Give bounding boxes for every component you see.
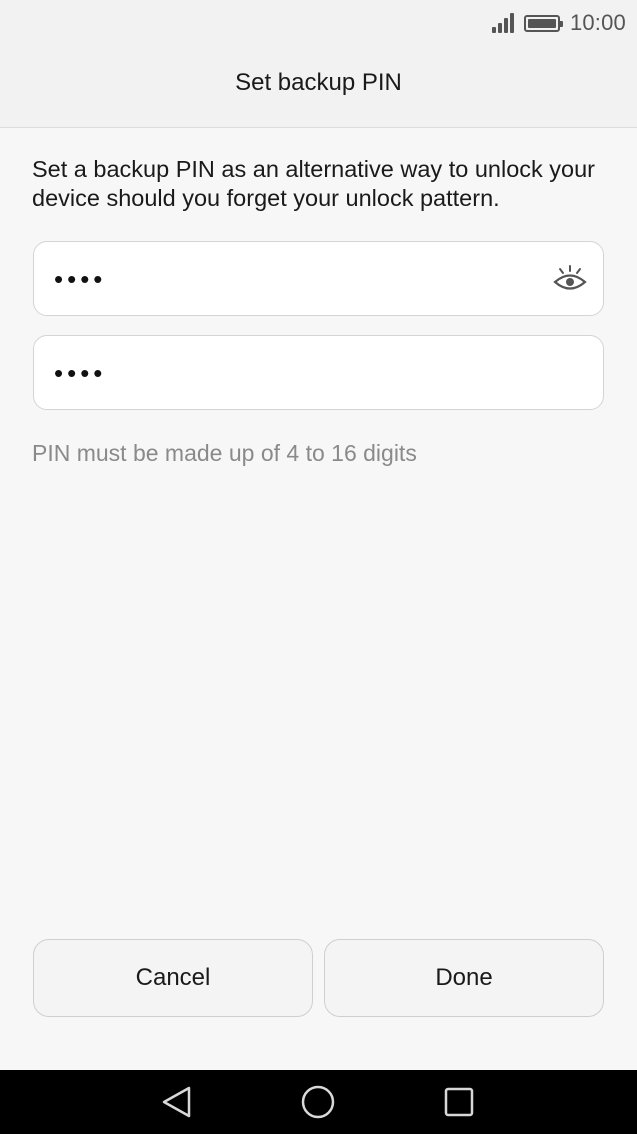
- screen: 10:00 Set backup PIN Set a backup PIN as…: [0, 0, 637, 1134]
- cancel-button[interactable]: Cancel: [33, 939, 313, 1017]
- description-text: Set a backup PIN as an alternative way t…: [32, 156, 596, 211]
- home-circle-icon[interactable]: [300, 1084, 336, 1120]
- pin-hint-text: PIN must be made up of 4 to 16 digits: [32, 440, 417, 466]
- back-triangle-icon[interactable]: [159, 1084, 195, 1120]
- signal-icon: [490, 13, 514, 33]
- confirm-pin-input-value: ••••: [54, 357, 107, 388]
- pin-input-value: ••••: [54, 263, 107, 294]
- battery-icon: [523, 14, 563, 32]
- done-button[interactable]: Done: [324, 939, 604, 1017]
- status-bar: 10:00: [0, 0, 637, 46]
- page-title: Set backup PIN: [235, 68, 402, 96]
- pin-input[interactable]: ••••: [33, 241, 604, 316]
- status-time: 10:00: [569, 10, 626, 35]
- confirm-pin-input[interactable]: ••••: [33, 335, 604, 410]
- navigation-bar: [0, 1070, 637, 1134]
- title-bar: Set backup PIN: [0, 46, 637, 128]
- eye-icon[interactable]: [553, 264, 587, 294]
- status-indicators: 10:00: [490, 8, 626, 38]
- recents-square-icon[interactable]: [441, 1084, 477, 1120]
